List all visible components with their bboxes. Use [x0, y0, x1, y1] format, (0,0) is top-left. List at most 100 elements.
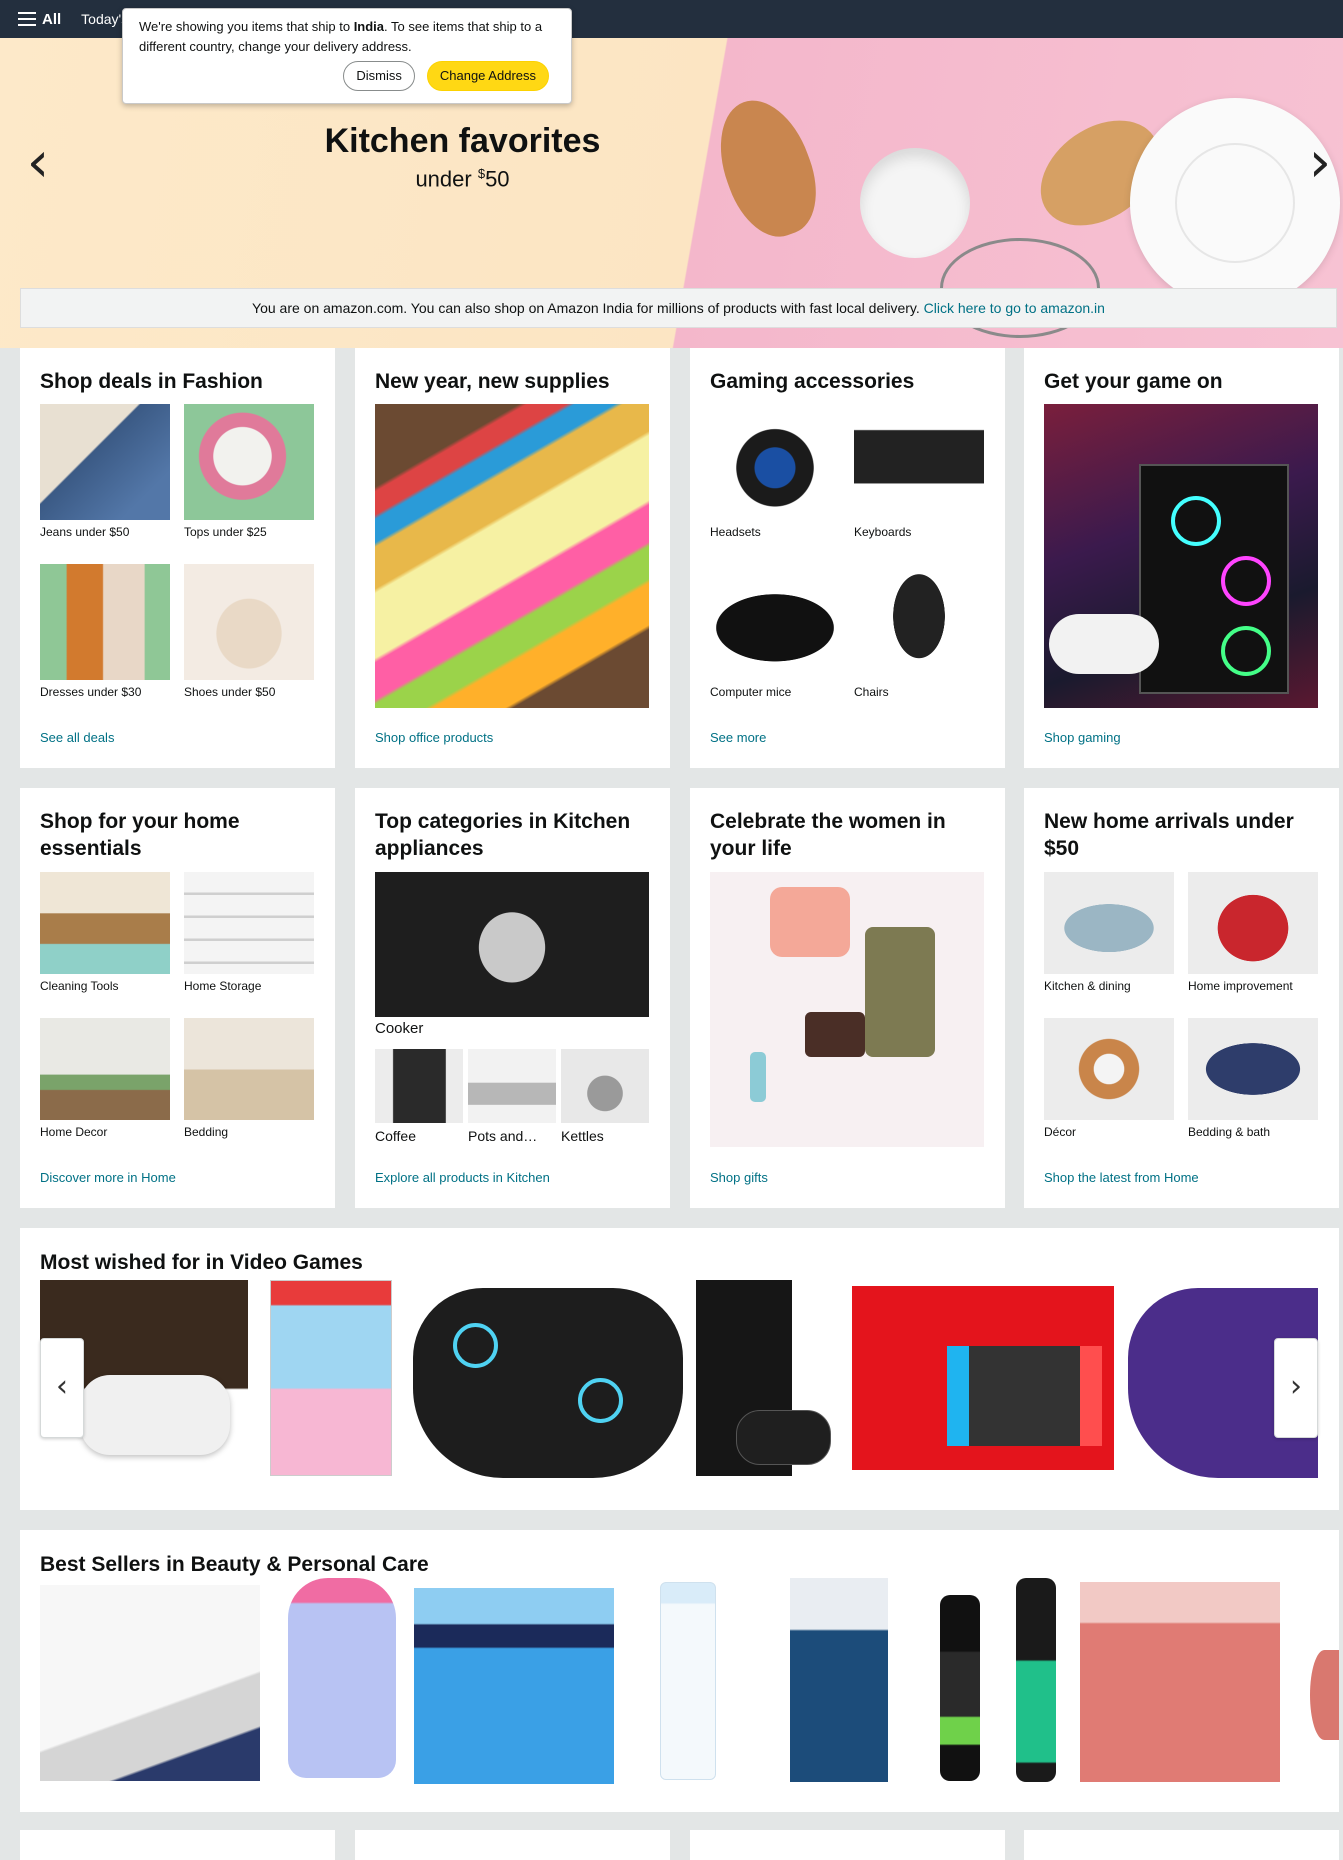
- cleaning-tools-image: [40, 872, 170, 974]
- product-eos-lotion[interactable]: [288, 1578, 396, 1778]
- product-black-controller[interactable]: [413, 1288, 683, 1478]
- chevron-right-icon[interactable]: ›: [1300, 133, 1340, 193]
- hero-title: Kitchen favorites: [324, 122, 601, 160]
- dismiss-button[interactable]: Dismiss: [343, 61, 415, 91]
- card-title: Shop for your home essentials: [40, 810, 240, 860]
- plate-ring: [1175, 143, 1295, 263]
- quad-item-storage[interactable]: Home Storage: [184, 872, 314, 993]
- fan-ring: [1171, 496, 1221, 546]
- thumbstick-ring: [578, 1378, 623, 1423]
- quad-item-kettles[interactable]: Kettles: [561, 1049, 649, 1144]
- joycon-left: [947, 1346, 969, 1446]
- card-partial-2: [355, 1830, 670, 1860]
- cooker-image[interactable]: [375, 872, 649, 1017]
- quad-item-home-improvement[interactable]: Home improvement: [1188, 872, 1318, 993]
- explore-kitchen-link[interactable]: Explore all products in Kitchen: [375, 1170, 550, 1185]
- thumbstick-ring: [453, 1323, 498, 1368]
- bowl-image: [860, 148, 970, 258]
- shop-office-products-link[interactable]: Shop office products: [375, 730, 493, 745]
- product-cotton-swabs[interactable]: [790, 1578, 888, 1782]
- wooden-spoon-image: [703, 87, 832, 249]
- bottle-shape: [750, 1052, 766, 1102]
- chevron-left-icon[interactable]: ‹: [18, 133, 58, 193]
- quad-item-bedding[interactable]: Bedding: [184, 1018, 314, 1139]
- quad-item-shoes[interactable]: Shoes under $50: [184, 564, 314, 699]
- card-partial-3: [690, 1830, 1005, 1860]
- quad-item-bedding-bath[interactable]: Bedding & bath: [1188, 1018, 1318, 1139]
- quad-item-headsets[interactable]: Headsets: [710, 404, 840, 539]
- quad-item-chairs[interactable]: Chairs: [854, 564, 984, 699]
- carousel-next-button[interactable]: ›: [1274, 1338, 1318, 1438]
- kettle-image: [561, 1049, 649, 1123]
- change-address-button[interactable]: Change Address: [426, 61, 549, 91]
- xbox-controller-shape: [736, 1410, 831, 1465]
- dutch-oven-image: [1044, 872, 1174, 974]
- product-biodance-mask[interactable]: [1080, 1582, 1280, 1782]
- card-title: Get your game on: [1044, 370, 1223, 393]
- product-hello-kitty-game[interactable]: [270, 1280, 392, 1476]
- product-xbox-series-x[interactable]: [696, 1280, 831, 1476]
- gaming-pc-image[interactable]: [1044, 404, 1318, 708]
- quad-caption: Bedding: [184, 1125, 229, 1139]
- discover-more-home-link[interactable]: Discover more in Home: [40, 1170, 176, 1185]
- controller-image: [1049, 614, 1159, 674]
- product-clean-towels[interactable]: [40, 1585, 260, 1781]
- dresses-image: [40, 564, 170, 680]
- bag-shape: [805, 1012, 865, 1057]
- shop-gifts-link[interactable]: Shop gifts: [710, 1170, 768, 1185]
- quad-caption: Kitchen & dining: [1044, 979, 1131, 993]
- product-mascara-wand[interactable]: [1016, 1578, 1056, 1782]
- shoes-image: [184, 564, 314, 680]
- product-nintendo-switch[interactable]: [852, 1286, 1114, 1470]
- card-fashion-deals: Shop deals in Fashion Jeans under $50 To…: [20, 348, 335, 768]
- coat-shape: [865, 927, 935, 1057]
- popover-text: We're showing you items that ship to: [139, 19, 354, 34]
- hamburger-icon: [18, 12, 36, 26]
- amazon-in-link[interactable]: Click here to go to amazon.in: [924, 300, 1105, 316]
- quad-caption: Bedding & bath: [1188, 1125, 1271, 1139]
- pc-tower-image: [1139, 464, 1289, 694]
- quad-caption: Home improvement: [1188, 979, 1293, 993]
- quad-item-keyboards[interactable]: Keyboards: [854, 404, 984, 539]
- quad-item-tops[interactable]: Tops under $25: [184, 404, 314, 539]
- chair-image: [854, 564, 984, 680]
- quad-item-decor[interactable]: Home Decor: [40, 1018, 170, 1139]
- quad-item-mice[interactable]: Computer mice: [710, 564, 840, 699]
- quad-item-pots[interactable]: Pots and…: [468, 1049, 556, 1144]
- card-home-essentials: Shop for your home essentials Cleaning T…: [20, 788, 335, 1208]
- home-decor-image: [40, 1018, 170, 1120]
- quad-caption: Dresses under $30: [40, 685, 142, 699]
- product-partial-item[interactable]: [1310, 1650, 1339, 1740]
- quad-item-decor[interactable]: Décor: [1044, 1018, 1174, 1139]
- quad-item-cleaning[interactable]: Cleaning Tools: [40, 872, 170, 993]
- product-neutrogena-wipes[interactable]: [414, 1588, 614, 1784]
- product-essence-mascara[interactable]: [940, 1595, 980, 1781]
- quad-item-coffee[interactable]: Coffee: [375, 1049, 463, 1144]
- quad-caption: Home Decor: [40, 1125, 108, 1139]
- shop-gaming-link[interactable]: Shop gaming: [1044, 730, 1121, 745]
- card-title: Gaming accessories: [710, 370, 915, 393]
- fan-ring: [1221, 556, 1271, 606]
- card-office-supplies: New year, new supplies Shop office produ…: [355, 348, 670, 768]
- amazon-india-notice: You are on amazon.com. You can also shop…: [20, 288, 1337, 328]
- quad-item-dresses[interactable]: Dresses under $30: [40, 564, 170, 699]
- see-more-link[interactable]: See more: [710, 730, 766, 745]
- see-all-deals-link[interactable]: See all deals: [40, 730, 114, 745]
- quad-caption: Headsets: [710, 525, 761, 539]
- quad-item-jeans[interactable]: Jeans under $50: [40, 404, 170, 539]
- paint-cans-image: [1188, 872, 1318, 974]
- pots-image: [468, 1049, 556, 1123]
- all-menu-button[interactable]: All: [18, 11, 61, 28]
- row-title: Most wished for in Video Games: [40, 1251, 363, 1274]
- gifts-image[interactable]: [710, 872, 984, 1147]
- shirt-shape: [770, 887, 850, 957]
- quad-item-kitchen-dining[interactable]: Kitchen & dining: [1044, 872, 1174, 993]
- office-supplies-image[interactable]: [375, 404, 649, 708]
- quad-caption: Kettles: [561, 1128, 604, 1144]
- quad-caption: Shoes under $50: [184, 685, 276, 699]
- switch-console-shape: [947, 1346, 1102, 1446]
- product-cotton-rounds[interactable]: [660, 1582, 716, 1780]
- pillow-image: [1188, 1018, 1318, 1120]
- carousel-prev-button[interactable]: ‹: [40, 1338, 84, 1438]
- shop-latest-home-link[interactable]: Shop the latest from Home: [1044, 1170, 1199, 1185]
